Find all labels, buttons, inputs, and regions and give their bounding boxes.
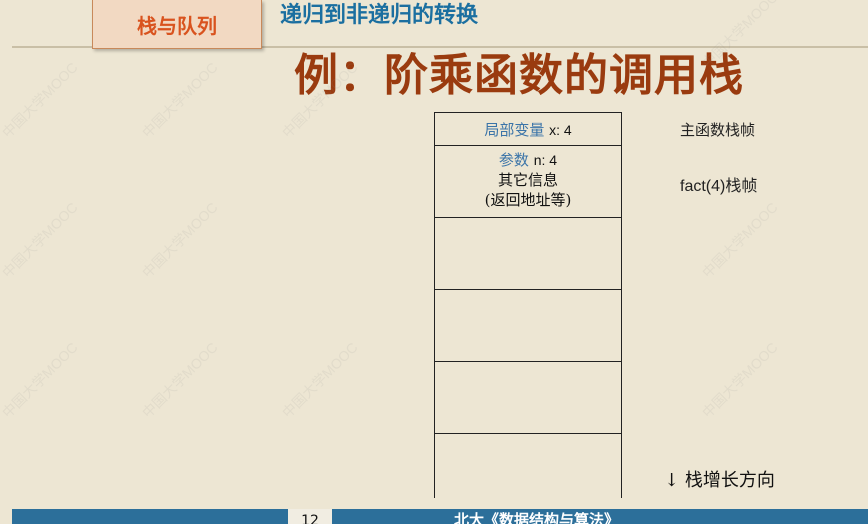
fact-frame-label: fact(4)栈帧 (680, 178, 758, 195)
return-address-label: (返回地址等) (484, 191, 572, 209)
stack-frame-main: 局部变量 x: 4 (435, 112, 621, 145)
watermark: 中国大学MOOC (0, 199, 81, 281)
slide: 栈与队列 递归到非递归的转换 例：阶乘函数的调用栈 局部变量 x: 4 参数 n… (0, 0, 868, 524)
arrow-down-icon: ↓ (664, 470, 680, 491)
stack-frame-empty (435, 217, 621, 289)
watermark: 中国大学MOOC (138, 339, 221, 421)
slide-title: 例：阶乘函数的调用栈 (294, 50, 744, 101)
watermark: 中国大学MOOC (138, 59, 221, 141)
stack-growth-label: 栈增长方向 (684, 470, 775, 491)
watermark: 中国大学MOOC (138, 199, 221, 281)
header-title: 递归到非递归的转换 (280, 3, 479, 28)
param-label: 参数 (498, 151, 529, 169)
footer-bar (12, 509, 868, 524)
watermark: 中国大学MOOC (278, 339, 361, 421)
watermark: 中国大学MOOC (0, 59, 81, 141)
stack-frame-empty (435, 289, 621, 361)
other-info-label: 其它信息 (497, 171, 558, 189)
page-number: 12 (288, 509, 332, 524)
stack-growth-indicator: ↓ 栈增长方向 (664, 468, 775, 494)
stack-frame-empty (435, 361, 621, 433)
watermark: 中国大学MOOC (698, 199, 781, 281)
local-var-value: x: 4 (549, 122, 572, 138)
main-frame-label: 主函数栈帧 (680, 121, 756, 139)
call-stack: 局部变量 x: 4 参数 n: 4 其它信息 (返回地址等) (434, 112, 622, 498)
local-var-label: 局部变量 (484, 121, 545, 139)
stack-frame-fact4: 参数 n: 4 其它信息 (返回地址等) (435, 145, 621, 217)
page-number-text: 12 (301, 513, 319, 524)
stack-frame-empty (435, 433, 621, 498)
param-value: n: 4 (533, 152, 558, 168)
section-tab-label: 栈与队列 (137, 13, 217, 38)
section-tab: 栈与队列 (92, 0, 262, 49)
footer-course-title: 北大《数据结构与算法》 (454, 511, 620, 524)
watermark: 中国大学MOOC (698, 339, 781, 421)
watermark: 中国大学MOOC (0, 339, 81, 421)
